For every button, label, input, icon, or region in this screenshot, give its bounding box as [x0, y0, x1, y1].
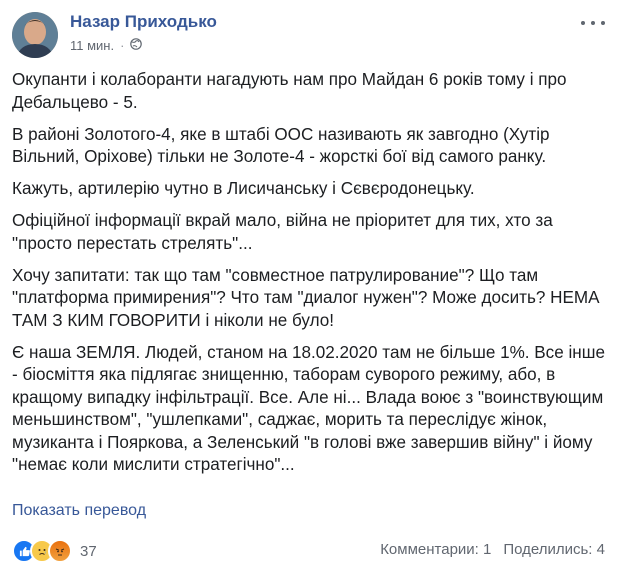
angry-icon	[48, 539, 72, 563]
reaction-count: 37	[80, 542, 97, 560]
post-stats: Комментарии: 1 Поделились: 4	[380, 541, 605, 558]
post-time[interactable]: 11 мин.	[70, 38, 114, 53]
author-name[interactable]: Назар Приходько	[70, 12, 217, 32]
comments-count-link[interactable]: Комментарии: 1	[380, 541, 491, 558]
separator-dot: ·	[120, 38, 125, 53]
paragraph: Хочу запитати: так що там "совместное па…	[12, 265, 600, 330]
paragraph: Окупанти і колаборанти нагадують нам про…	[12, 70, 567, 112]
paragraph: Кажуть, артилерію чутно в Лисичанську і …	[12, 179, 475, 198]
globe-icon[interactable]	[130, 38, 143, 53]
paragraph: Є наша ЗЕМЛЯ. Людей, станом на 18.02.202…	[12, 342, 605, 475]
post-text: Окупанти і колаборанти нагадують нам про…	[12, 69, 607, 486]
more-options-icon[interactable]	[581, 14, 605, 32]
facebook-post: Назар Приходько 11 мин. · Окупанти і кол…	[0, 0, 617, 573]
paragraph: Офіційної інформації вкрай мало, війна н…	[12, 211, 553, 253]
avatar[interactable]	[12, 12, 58, 58]
show-translation-link[interactable]: Показать перевод	[12, 502, 146, 520]
post-meta: 11 мин. ·	[70, 38, 143, 53]
shares-count-link[interactable]: Поделились: 4	[503, 541, 605, 558]
paragraph: В районі Золотого-4, яке в штабі ООС наз…	[12, 124, 550, 167]
reactions-summary[interactable]: 37	[12, 539, 97, 563]
